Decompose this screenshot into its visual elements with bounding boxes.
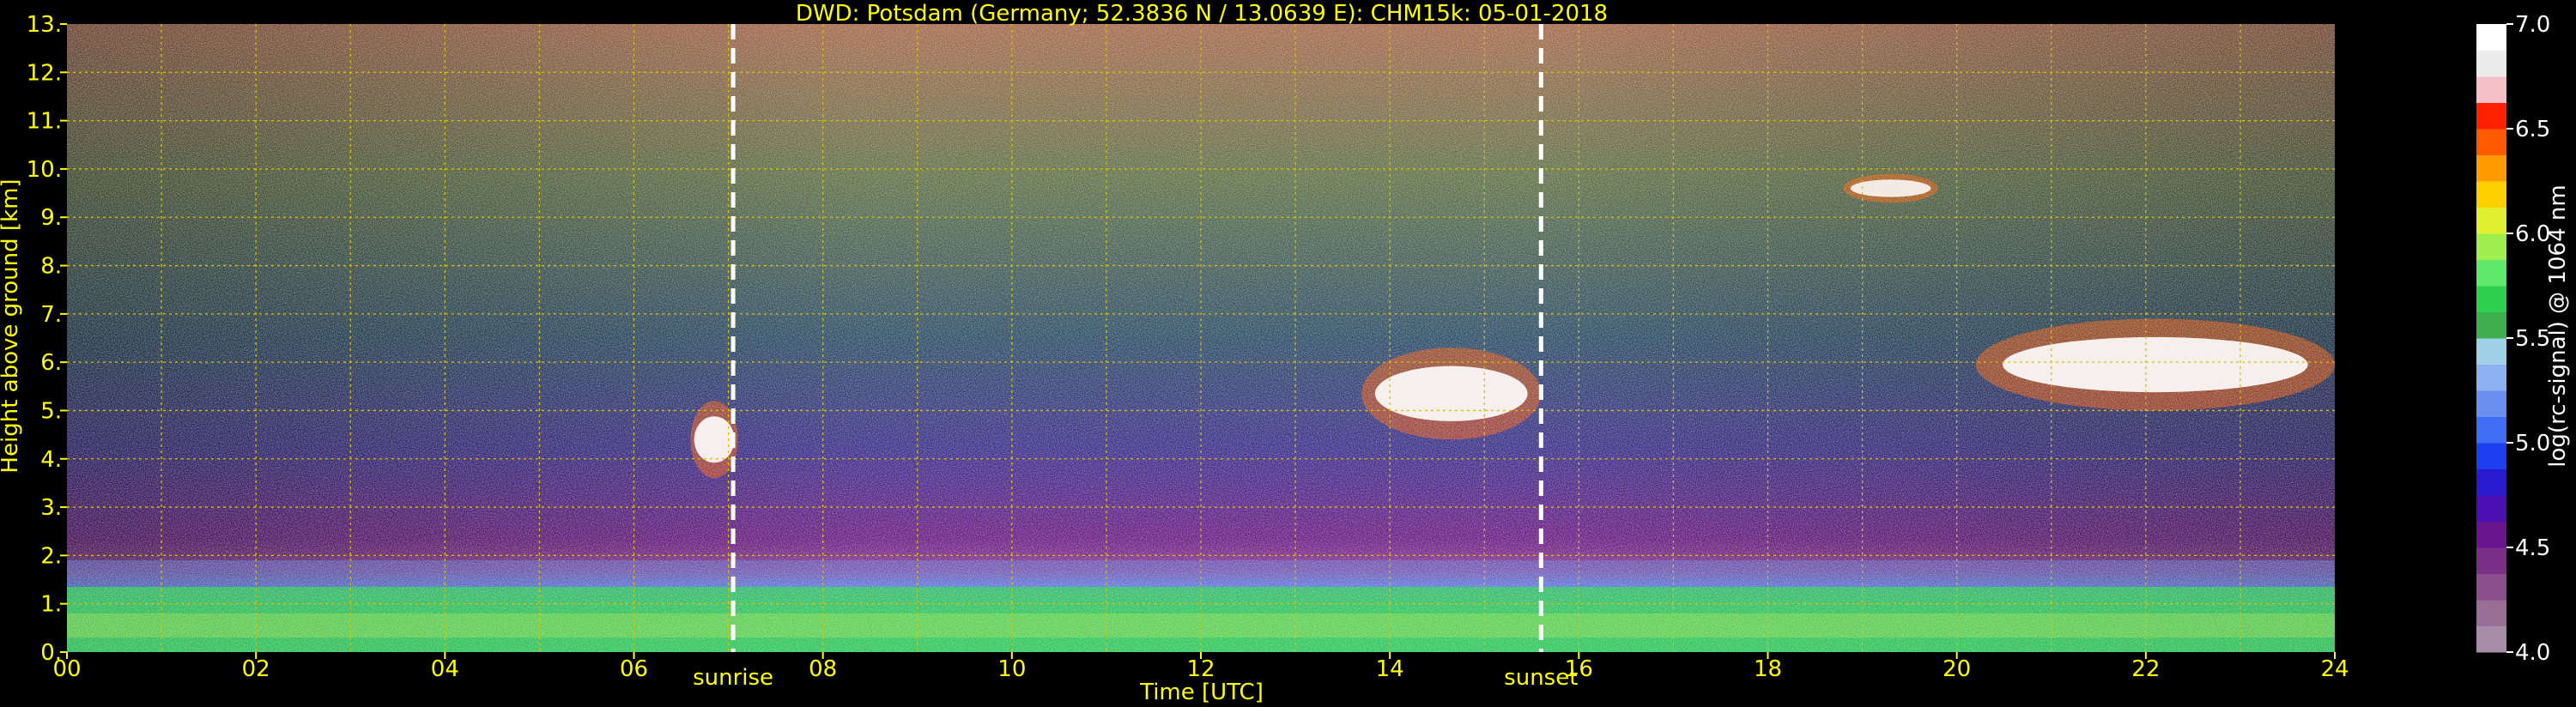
colorbar-segment <box>2476 102 2506 130</box>
colorbar-tick-label: 7.0 <box>2515 12 2550 38</box>
colorbar-segment <box>2476 207 2506 234</box>
colorbar-segment <box>2476 181 2506 208</box>
x-tick-label: 20 <box>1943 656 1971 682</box>
marker-label-sunrise: sunrise <box>693 665 773 691</box>
plot-area <box>67 24 2335 652</box>
x-tick-label: 18 <box>1754 656 1782 682</box>
colorbar-tick-label: 4.0 <box>2515 640 2550 666</box>
x-tick-label: 14 <box>1376 656 1404 682</box>
x-axis-ticks: 00 02 04 06 08 10 12 14 16 18 20 22 24 <box>52 652 2349 682</box>
x-axis-label: Time [UTC] <box>1139 680 1264 705</box>
x-tick-label: 08 <box>809 656 837 682</box>
colorbar-label: log(rc-signal) @ 1064 nm <box>2545 184 2571 467</box>
colorbar-segment <box>2476 259 2506 287</box>
colorbar-segment <box>2476 573 2506 601</box>
y-tick-label: 12. <box>27 60 62 86</box>
colorbar-tick-label: 6.5 <box>2515 117 2550 142</box>
y-tick-label: 11. <box>27 109 62 135</box>
x-tick-label: 22 <box>2131 656 2160 682</box>
chart-title: DWD: Potsdam (Germany; 52.3836 N / 13.06… <box>796 1 1608 27</box>
colorbar-segment <box>2476 625 2506 653</box>
y-tick-label: 2. <box>40 543 62 569</box>
y-tick-label: 9. <box>40 205 62 231</box>
colorbar-segment <box>2476 416 2506 444</box>
colorbar-segment <box>2476 547 2506 574</box>
colorbar-tick-label: 4.5 <box>2515 535 2550 561</box>
y-tick-label: 0. <box>40 640 62 666</box>
x-tick-label: 12 <box>1186 656 1215 682</box>
colorbar-segment <box>2476 50 2506 77</box>
colorbar-segment <box>2476 443 2506 469</box>
colorbar-segment <box>2476 311 2506 339</box>
colorbar-segment <box>2476 129 2506 155</box>
y-tick-label: 13. <box>27 12 62 38</box>
y-tick-label: 5. <box>40 398 62 424</box>
colorbar-segment <box>2476 24 2506 51</box>
y-tick-label: 3. <box>40 495 62 521</box>
colorbar-segment <box>2476 338 2506 365</box>
colorbar-segment <box>2476 286 2506 312</box>
colorbar-segment <box>2476 600 2506 626</box>
colorbar: 4.04.55.05.56.06.57.0 <box>2476 12 2550 666</box>
y-axis-label: Height above ground [km] <box>0 178 23 473</box>
colorbar-segment <box>2476 154 2506 182</box>
colorbar-segment <box>2476 364 2506 391</box>
x-tick-label: 06 <box>620 656 648 682</box>
y-tick-label: 1. <box>40 592 62 618</box>
x-tick-label: 02 <box>242 656 270 682</box>
colorbar-segment <box>2476 521 2506 548</box>
colorbar-segment <box>2476 468 2506 496</box>
y-tick-label: 7. <box>40 302 62 328</box>
lidar-chart: 00 02 04 06 08 10 12 14 16 18 20 22 24 0.1.2.3.4.5.6… <box>0 1 2571 705</box>
y-axis-ticks: 0. 1. 2. 3. 4. 5. 6. 7. 8. 9. 10. 11. 12. 13. <box>27 12 67 666</box>
y-tick-label: 10. <box>27 157 62 183</box>
colorbar-segment <box>2476 390 2506 417</box>
colorbar-segment <box>2476 495 2506 522</box>
marker-label-sunset: sunset <box>1504 665 1578 691</box>
x-tick-label: 24 <box>2320 656 2349 682</box>
y-tick-label: 6. <box>40 350 62 376</box>
y-tick-label: 4. <box>40 447 62 473</box>
x-tick-label: 04 <box>431 656 459 682</box>
x-tick-label: 10 <box>997 656 1026 682</box>
colorbar-segment <box>2476 233 2506 260</box>
colorbar-segment <box>2476 76 2506 103</box>
y-tick-label: 8. <box>40 254 62 280</box>
